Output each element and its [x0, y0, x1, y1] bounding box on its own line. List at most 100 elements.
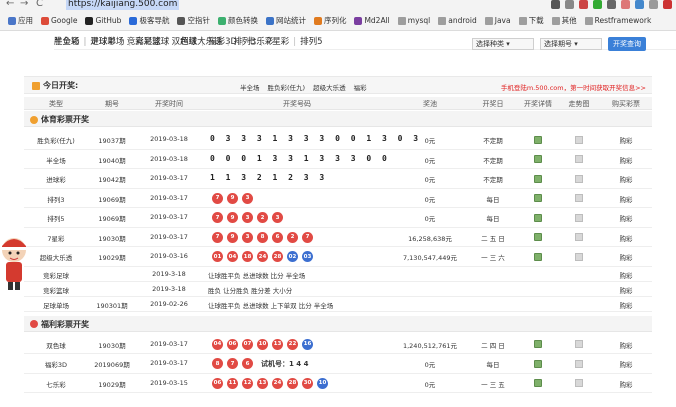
detail-icon[interactable]: [534, 340, 542, 349]
detail-icon[interactable]: [534, 252, 542, 261]
bookmark-item[interactable]: 网站统计: [265, 15, 306, 26]
today-item[interactable]: 福彩: [354, 82, 367, 92]
bookmark-item[interactable]: 其他: [551, 15, 577, 26]
lottery-nav-link[interactable]: 半全场: [54, 35, 80, 49]
today-item[interactable]: 半全场: [240, 82, 260, 92]
kind-select[interactable]: 选择种类 ▾: [472, 38, 534, 50]
buy-link[interactable]: 购彩: [600, 300, 652, 310]
lottery-type[interactable]: 半全场: [24, 155, 88, 165]
draw-day: 二 四 日: [481, 341, 505, 350]
table-row: 竞彩足球 2019-3-18 让球胜平负 总进球数 比分 半全场 购彩: [24, 267, 652, 282]
number-ball: 16: [302, 338, 313, 350]
draw-date: 2019-03-16: [150, 252, 188, 261]
detail-icon[interactable]: [534, 135, 542, 144]
buy-link[interactable]: 购彩: [600, 135, 652, 145]
trend-chart-icon[interactable]: [575, 194, 583, 203]
detail-icon[interactable]: [534, 213, 542, 222]
bookmark-item[interactable]: 极客导航: [129, 15, 169, 26]
promo-link[interactable]: 手机登陆m.500.com，第一时间获取开奖信息>>: [501, 82, 646, 92]
lottery-type[interactable]: 排列5: [24, 213, 88, 223]
bookmark-item[interactable]: Google: [41, 16, 77, 25]
lottery-nav-link[interactable]: 排列5: [300, 35, 322, 49]
lottery-nav-link[interactable]: 7星彩: [267, 35, 289, 49]
lottery-type[interactable]: 超级大乐透: [24, 252, 88, 262]
bookmark-item[interactable]: 空指针: [177, 15, 210, 26]
extension-icon[interactable]: [579, 0, 588, 9]
lottery-type[interactable]: 进球彩: [24, 174, 88, 184]
bookmark-item[interactable]: 下载: [518, 15, 544, 26]
url-input[interactable]: https://kaijiang.500.com: [66, 0, 180, 10]
forward-button[interactable]: →: [20, 0, 28, 10]
trend-chart-icon[interactable]: [575, 233, 583, 242]
lottery-type[interactable]: 7星彩: [24, 233, 88, 243]
today-item[interactable]: 超级大乐透: [313, 82, 346, 92]
lottery-type[interactable]: 排列3: [24, 194, 88, 204]
trend-chart-icon[interactable]: [575, 340, 583, 349]
bookmark-item[interactable]: 颜色转换: [217, 15, 258, 26]
buy-link[interactable]: 购彩: [600, 270, 652, 280]
detail-icon[interactable]: [534, 233, 542, 242]
lottery-nav-link[interactable]: 足球单场: [90, 35, 124, 49]
query-button[interactable]: 开奖查询: [608, 37, 646, 51]
table-row: 7星彩 19030期 2019-03-17 7 9 3 8 6 2 7 16,258,638元二 五…: [24, 228, 652, 247]
lottery-nav-link[interactable]: 排列3: [234, 35, 256, 49]
draw-date: 2019-03-17: [150, 232, 188, 241]
draw-date: 2019-3-18: [152, 284, 186, 293]
lottery-type[interactable]: 双色球: [24, 340, 88, 350]
extension-icon[interactable]: [593, 0, 602, 9]
buy-link[interactable]: 购彩: [600, 285, 652, 295]
extension-icon[interactable]: [565, 0, 574, 9]
extension-icon[interactable]: [551, 0, 560, 9]
lottery-type[interactable]: 胜负彩(任九): [24, 135, 88, 145]
detail-icon[interactable]: [534, 194, 542, 203]
buy-link[interactable]: 购彩: [600, 194, 652, 204]
lottery-type[interactable]: 竞彩足球: [24, 270, 88, 280]
number-ball: 24: [257, 251, 268, 263]
buy-link[interactable]: 购彩: [600, 252, 652, 262]
number-ball: 7: [212, 212, 223, 224]
lottery-type[interactable]: 足球单场: [24, 300, 88, 310]
issue-select[interactable]: 选择期号 ▾: [540, 38, 602, 50]
lottery-type[interactable]: 福彩3D: [24, 359, 88, 369]
buy-link[interactable]: 购彩: [600, 233, 652, 243]
detail-icon[interactable]: [534, 359, 542, 368]
bookmark-item[interactable]: Java: [484, 16, 511, 25]
trend-chart-icon[interactable]: [575, 252, 583, 261]
extension-icon[interactable]: [663, 0, 672, 9]
buy-link[interactable]: 购彩: [600, 340, 652, 350]
reload-button[interactable]: C: [36, 0, 43, 10]
trend-chart-icon[interactable]: [575, 359, 583, 368]
lottery-type[interactable]: 竞彩篮球: [24, 285, 88, 295]
issue-number: 19037期: [98, 137, 126, 146]
back-button[interactable]: ←: [6, 0, 14, 10]
detail-icon[interactable]: [534, 155, 542, 164]
bookmark-item[interactable]: mysql: [397, 16, 430, 25]
buy-link[interactable]: 购彩: [600, 155, 652, 165]
detail-icon[interactable]: [534, 379, 542, 388]
lottery-nav-link[interactable]: 超级大乐透: [180, 35, 223, 49]
bookmark-item[interactable]: 序列化: [313, 15, 346, 26]
extension-icon[interactable]: [635, 0, 644, 9]
bookmark-item[interactable]: android: [438, 16, 477, 25]
trend-chart-icon[interactable]: [575, 213, 583, 222]
extension-icon[interactable]: [621, 0, 630, 9]
buy-link[interactable]: 购彩: [600, 359, 652, 369]
extension-icon[interactable]: [607, 0, 616, 9]
today-item[interactable]: 胜负彩(任九): [268, 82, 306, 92]
buy-link[interactable]: 购彩: [600, 379, 652, 389]
lottery-nav-link[interactable]: 竞彩篮球: [135, 35, 169, 49]
trend-chart-icon[interactable]: [575, 379, 583, 388]
trend-chart-icon[interactable]: [575, 155, 583, 164]
buy-link[interactable]: 购彩: [600, 174, 652, 184]
buy-link[interactable]: 购彩: [600, 213, 652, 223]
bookmark-item[interactable]: GitHub: [85, 16, 121, 25]
number-ball: 9: [227, 212, 238, 224]
extension-icon[interactable]: [649, 0, 658, 9]
bookmark-item[interactable]: 应用: [8, 15, 33, 26]
bookmark-item[interactable]: Restframework: [584, 16, 651, 25]
lottery-type[interactable]: 七乐彩: [24, 379, 88, 389]
trend-chart-icon[interactable]: [575, 135, 583, 144]
detail-icon[interactable]: [534, 174, 542, 183]
bookmark-item[interactable]: Md2All: [354, 16, 390, 25]
trend-chart-icon[interactable]: [575, 174, 583, 183]
